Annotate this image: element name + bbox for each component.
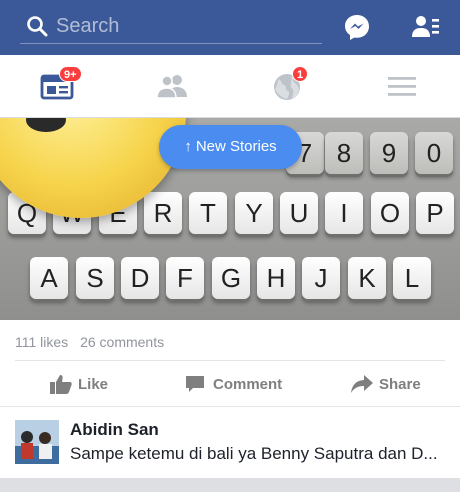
emoji-eye bbox=[26, 118, 66, 132]
key: J bbox=[302, 257, 340, 299]
share-button[interactable]: Share bbox=[351, 370, 431, 400]
comments-count[interactable]: 26 comments bbox=[80, 334, 164, 350]
share-label: Share bbox=[379, 376, 421, 393]
post-photo[interactable]: 7 8 9 0 Q W E R T Y U I O P A S D F G H … bbox=[0, 118, 460, 320]
search-icon bbox=[27, 16, 48, 37]
friend-requests-icon[interactable] bbox=[411, 12, 441, 42]
tab-friends[interactable] bbox=[115, 55, 230, 118]
avatar-photo bbox=[15, 420, 59, 464]
comment-button[interactable]: Comment bbox=[185, 370, 295, 400]
share-arrow-icon bbox=[351, 375, 373, 393]
top-bar bbox=[0, 0, 460, 55]
new-stories-button[interactable]: ↑ New Stories bbox=[159, 125, 302, 169]
tab-menu[interactable] bbox=[345, 55, 460, 118]
thumbs-up-icon bbox=[50, 375, 72, 394]
key: 8 bbox=[325, 132, 363, 174]
key: L bbox=[393, 257, 431, 299]
key: H bbox=[257, 257, 295, 299]
comment-text: Sampe ketemu di bali ya Benny Saputra da… bbox=[70, 444, 438, 463]
menu-icon bbox=[388, 77, 416, 96]
comment-preview[interactable]: Abidin San Sampe ketemu di bali ya Benny… bbox=[0, 406, 460, 478]
new-stories-label: New Stories bbox=[195, 138, 277, 155]
avatar[interactable] bbox=[15, 420, 59, 464]
key: 0 bbox=[415, 132, 453, 174]
news-feed-badge: 9+ bbox=[59, 66, 82, 82]
facebook-feed-screen: 9+ 1 7 bbox=[0, 0, 460, 492]
comment-icon bbox=[186, 376, 204, 392]
key: F bbox=[166, 257, 204, 299]
post-footer: 111 likes 26 comments Like Comment Share bbox=[0, 320, 460, 406]
like-button[interactable]: Like bbox=[50, 370, 120, 400]
feed-separator bbox=[0, 478, 460, 492]
notifications-badge: 1 bbox=[292, 66, 309, 82]
key: I bbox=[325, 192, 363, 234]
friends-icon bbox=[156, 75, 187, 99]
key: P bbox=[416, 192, 454, 234]
search-input[interactable] bbox=[56, 11, 316, 41]
key: Y bbox=[235, 192, 273, 234]
tab-notifications[interactable]: 1 bbox=[230, 55, 345, 118]
navigation-tabs: 9+ 1 bbox=[0, 55, 460, 118]
reaction-counts: 111 likes 26 comments bbox=[15, 334, 172, 350]
likes-count[interactable]: 111 likes bbox=[15, 334, 68, 350]
key: O bbox=[371, 192, 409, 234]
key: 9 bbox=[370, 132, 408, 174]
key: R bbox=[144, 192, 182, 234]
key: S bbox=[76, 257, 114, 299]
tab-news-feed[interactable]: 9+ bbox=[0, 55, 115, 118]
key: U bbox=[280, 192, 318, 234]
key: K bbox=[348, 257, 386, 299]
like-label: Like bbox=[78, 376, 109, 393]
key: T bbox=[189, 192, 227, 234]
key: D bbox=[121, 257, 159, 299]
comment-label: Comment bbox=[213, 376, 283, 393]
search-bar[interactable] bbox=[20, 8, 322, 44]
key: G bbox=[212, 257, 250, 299]
arrow-up-icon: ↑ bbox=[184, 138, 192, 155]
key: A bbox=[30, 257, 68, 299]
divider bbox=[15, 360, 445, 361]
comment-author[interactable]: Abidin San bbox=[70, 420, 159, 440]
messenger-icon[interactable] bbox=[342, 12, 372, 42]
